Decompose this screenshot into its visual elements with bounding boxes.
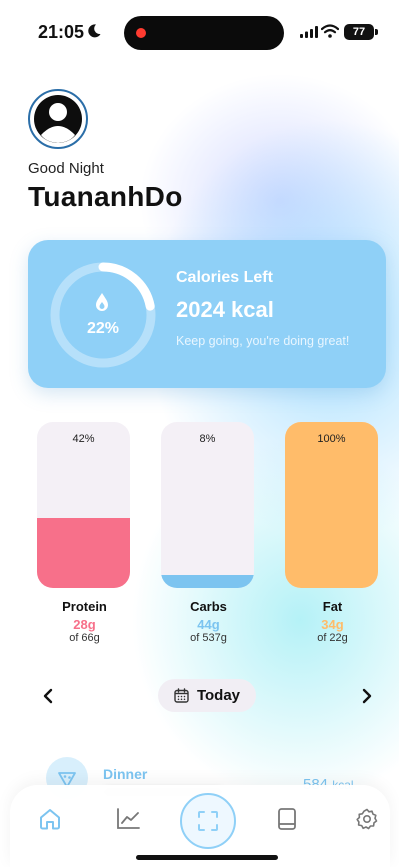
macro-percent: 42% bbox=[72, 433, 95, 445]
macro-goal: of 66g bbox=[69, 632, 100, 644]
status-time: 21:05 bbox=[38, 22, 85, 42]
macro-fill bbox=[37, 518, 130, 588]
macro-goal: of 22g bbox=[317, 632, 348, 644]
recording-indicator-icon bbox=[136, 28, 146, 38]
macro-carbs[interactable]: 8% Carbs 44g of 537g bbox=[161, 422, 256, 644]
calories-title: Calories Left bbox=[176, 269, 273, 286]
chart-icon[interactable] bbox=[115, 807, 141, 831]
calendar-icon bbox=[174, 688, 189, 703]
macro-bar: 100% bbox=[285, 422, 378, 588]
macro-fill bbox=[161, 574, 254, 588]
macro-name: Fat bbox=[322, 599, 343, 614]
macro-bar: 8% bbox=[161, 422, 254, 588]
scan-button[interactable] bbox=[180, 793, 236, 849]
calories-card[interactable]: 22% Calories Left 2024 kcal Keep going, … bbox=[28, 240, 386, 388]
user-silhouette-icon bbox=[34, 95, 82, 143]
dynamic-island bbox=[124, 16, 284, 50]
gear-icon[interactable] bbox=[355, 807, 379, 831]
macro-amount: 28g bbox=[73, 617, 96, 632]
date-label: Today bbox=[196, 687, 241, 704]
macro-percent: 8% bbox=[199, 433, 216, 445]
chevron-left-icon[interactable] bbox=[42, 688, 54, 704]
macro-bar: 42% bbox=[37, 422, 130, 588]
calories-progress-ring bbox=[50, 262, 156, 368]
greeting-text: Good Night bbox=[28, 160, 104, 177]
calories-percent: 22% bbox=[86, 320, 120, 337]
moon-icon bbox=[88, 24, 101, 38]
cellular-signal-icon bbox=[300, 26, 318, 38]
app-screen: 21:05 77 Good Night TuananhDo 22% Calori… bbox=[0, 0, 399, 867]
battery-level: 77 bbox=[352, 26, 366, 38]
macro-amount: 44g bbox=[197, 617, 220, 632]
macro-protein[interactable]: 42% Protein 28g of 66g bbox=[37, 422, 132, 644]
macro-name: Carbs bbox=[190, 599, 227, 614]
home-icon[interactable] bbox=[38, 807, 62, 831]
macro-name: Protein bbox=[62, 599, 107, 614]
macro-goal: of 537g bbox=[190, 632, 227, 644]
macro-amount: 34g bbox=[321, 617, 344, 632]
status-bar: 21:05 77 bbox=[0, 0, 399, 64]
chevron-right-icon[interactable] bbox=[361, 688, 373, 704]
username-title: TuananhDo bbox=[28, 181, 183, 212]
avatar[interactable] bbox=[28, 89, 88, 149]
scan-icon bbox=[198, 811, 218, 831]
meal-name[interactable]: Dinner bbox=[103, 766, 147, 782]
book-icon[interactable] bbox=[276, 807, 298, 831]
battery-icon: 77 bbox=[344, 24, 374, 40]
battery-tip bbox=[375, 29, 378, 35]
home-indicator bbox=[136, 855, 278, 860]
macro-percent: 100% bbox=[317, 433, 346, 445]
calories-value: 2024 kcal bbox=[176, 297, 274, 322]
date-selector[interactable]: Today bbox=[158, 679, 256, 712]
macro-fill bbox=[285, 422, 378, 588]
calories-message: Keep going, you're doing great! bbox=[176, 334, 350, 348]
flame-drop-icon bbox=[96, 293, 108, 311]
wifi-icon bbox=[321, 24, 339, 38]
macro-fat[interactable]: 100% Fat 34g of 22g bbox=[285, 422, 380, 644]
